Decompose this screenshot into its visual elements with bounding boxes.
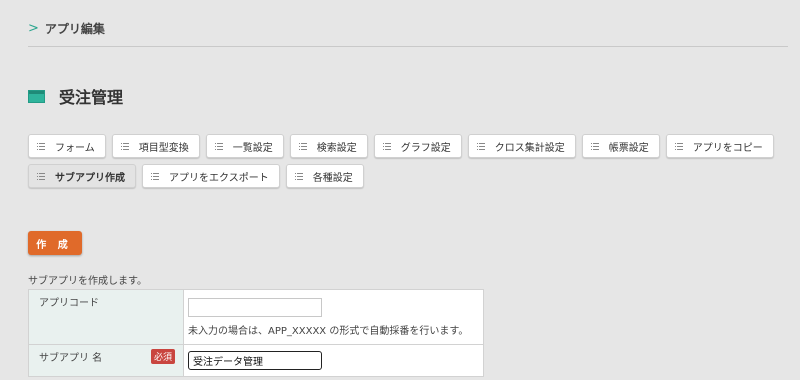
tab-create-sub-app[interactable]: サブアプリ作成 [28, 164, 136, 188]
tab-form[interactable]: フォーム [28, 134, 106, 158]
sub-app-name-row: サブアプリ 名 必須 [28, 344, 484, 377]
app-code-cell: 未入力の場合は、APP_XXXXX の形式で自動採番を行います。 [183, 289, 484, 345]
chevron-right-icon: > [28, 21, 39, 36]
tab-graph-settings[interactable]: グラフ設定 [373, 134, 462, 158]
list-icon [294, 172, 303, 180]
app-window-icon [28, 89, 45, 103]
sub-app-form: アプリコード 未入力の場合は、APP_XXXXX の形式で自動採番を行います。 … [28, 289, 484, 377]
sub-app-name-label-cell: サブアプリ 名 必須 [28, 344, 184, 377]
tab-label: アプリをエクスポート [169, 172, 269, 184]
tab-label: アプリをコピー [692, 142, 763, 154]
tab-misc-settings[interactable]: 各種設定 [285, 164, 364, 188]
list-icon [382, 142, 391, 150]
list-icon [298, 142, 307, 150]
sub-app-name-input[interactable] [188, 351, 322, 370]
required-badge: 必須 [150, 349, 175, 364]
create-button[interactable]: 作 成 [28, 231, 82, 255]
tab-export-app[interactable]: アプリをエクスポート [142, 164, 280, 188]
tab-label: 検索設定 [316, 142, 357, 154]
tab-list-settings[interactable]: 一覧設定 [205, 134, 284, 158]
tab-label: 各種設定 [312, 172, 353, 184]
tab-label: 項目型変換 [138, 142, 189, 154]
tab-label: 一覧設定 [232, 142, 273, 154]
app-code-label: アプリコード [28, 289, 184, 345]
tab-label: サブアプリ作成 [55, 172, 125, 184]
app-title-text: 受注管理 [59, 88, 124, 107]
list-icon [37, 142, 45, 150]
page-title: 受注管理 [28, 84, 123, 108]
app-code-hint: 未入力の場合は、APP_XXXXX の形式で自動採番を行います。 [188, 325, 469, 337]
breadcrumb-label[interactable]: アプリ編集 [45, 20, 105, 37]
list-icon [37, 172, 45, 180]
form-description: サブアプリを作成します。 [28, 276, 147, 287]
list-icon [151, 172, 159, 180]
app-code-row: アプリコード 未入力の場合は、APP_XXXXX の形式で自動採番を行います。 [28, 289, 484, 345]
tab-label: グラフ設定 [400, 142, 451, 154]
settings-tab-bar: フォーム 項目型変換 一覧設定 検索設定 グラフ設定 クロス集計設定 帳票設定 … [28, 134, 788, 188]
tab-search-settings[interactable]: 検索設定 [289, 134, 368, 158]
tab-label: クロス集計設定 [494, 142, 565, 154]
tab-field-type-conversion[interactable]: 項目型変換 [111, 134, 200, 158]
breadcrumb: > アプリ編集 [28, 20, 105, 37]
tab-label: 帳票設定 [608, 142, 649, 154]
list-icon [590, 142, 599, 150]
sub-app-name-label: サブアプリ 名 [39, 353, 103, 364]
breadcrumb-divider [28, 46, 788, 47]
tab-cross-tab-settings[interactable]: クロス集計設定 [467, 134, 576, 158]
list-icon [674, 142, 683, 150]
tab-label: フォーム [55, 142, 95, 154]
sub-app-name-cell [183, 344, 484, 377]
list-icon [476, 142, 485, 150]
tab-report-settings[interactable]: 帳票設定 [581, 134, 660, 158]
app-code-input[interactable] [188, 297, 322, 317]
tab-copy-app[interactable]: アプリをコピー [665, 134, 774, 158]
list-icon [120, 142, 129, 150]
list-icon [214, 142, 223, 150]
